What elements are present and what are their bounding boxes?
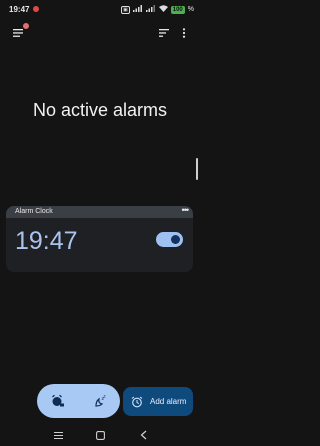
add-alarm-button[interactable]: Add alarm xyxy=(123,387,193,416)
home-icon xyxy=(95,430,105,440)
widget-header: Alarm Clock ••• xyxy=(6,206,193,218)
snooze-fab-button[interactable] xyxy=(37,384,78,418)
add-alarm-label: Add alarm xyxy=(150,397,187,406)
alarm-add-icon xyxy=(131,396,143,407)
signal-4g-icon xyxy=(132,5,143,14)
status-icons: ▣ 100 % xyxy=(121,5,194,14)
vpn-icon: ▣ xyxy=(121,5,130,14)
sort-button[interactable] xyxy=(156,25,172,41)
scrollbar-thumb[interactable] xyxy=(196,158,198,180)
system-nav-bar xyxy=(0,424,200,446)
wifi-icon xyxy=(158,5,168,14)
widget-title: Alarm Clock xyxy=(15,208,53,215)
alarm-snooze-icon xyxy=(51,394,64,407)
back-icon xyxy=(140,430,146,440)
sleep-fab-button[interactable]: z z xyxy=(79,384,120,418)
signal-icon xyxy=(145,5,156,14)
status-bar: 19:47 ▣ 100 % xyxy=(0,0,200,18)
alarm-widget[interactable]: Alarm Clock ••• 19:47 xyxy=(6,206,193,272)
nav-recents-button[interactable] xyxy=(52,429,64,441)
battery-percent-sign: % xyxy=(187,6,194,13)
sleep-icon: z z xyxy=(94,394,105,407)
more-vert-icon xyxy=(182,28,186,38)
nav-home-button[interactable] xyxy=(94,429,106,441)
menu-button[interactable] xyxy=(10,23,29,41)
menu-icon xyxy=(13,29,23,37)
recents-icon xyxy=(53,431,63,439)
fab-group: z z xyxy=(37,384,120,418)
nav-back-button[interactable] xyxy=(137,429,149,441)
notification-icon xyxy=(33,6,39,12)
battery-icon: 100 xyxy=(170,5,185,14)
svg-text:z: z xyxy=(103,394,105,399)
alarm-enable-toggle[interactable] xyxy=(156,232,183,247)
toggle-knob xyxy=(171,235,180,244)
badge-dot xyxy=(23,23,29,29)
empty-state-message: No active alarms xyxy=(32,100,168,120)
status-time: 19:47 xyxy=(9,5,30,14)
sort-icon xyxy=(159,29,169,37)
widget-alarm-time: 19:47 xyxy=(15,227,78,255)
app-bar xyxy=(0,22,200,44)
widget-more-icon[interactable]: ••• xyxy=(182,206,190,215)
more-options-button[interactable] xyxy=(176,25,192,41)
